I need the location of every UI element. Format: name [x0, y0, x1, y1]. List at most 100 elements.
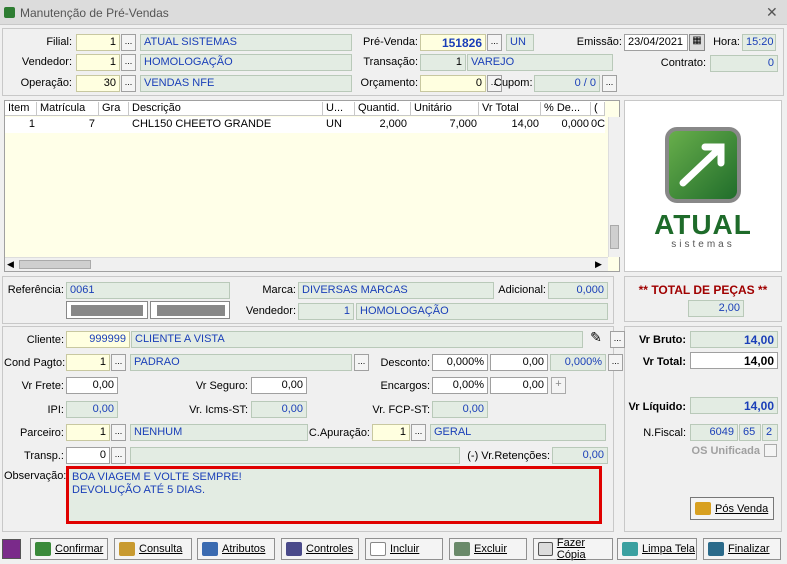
parceiro-code-input[interactable]: 1 — [66, 424, 110, 441]
contrato-value: 0 — [710, 55, 778, 72]
capuracao-lookup-button[interactable]: ... — [411, 424, 426, 441]
cliente-label: Cliente: — [26, 334, 64, 346]
atributos-label: Atributos — [222, 543, 266, 555]
fcp-st-label: Vr. FCP-ST: — [372, 404, 430, 416]
vrfrete-input[interactable]: 0,00 — [66, 377, 118, 394]
finalizar-button[interactable]: Finalizar — [703, 538, 781, 560]
horizontal-scrollbar[interactable]: ◀ ▶ — [5, 257, 608, 271]
emissao-date-input[interactable]: 23/04/2021 — [624, 34, 688, 51]
scroll-left-icon[interactable]: ◀ — [7, 259, 14, 270]
col-matricula[interactable]: Matrícula — [37, 102, 99, 116]
search-icon — [119, 542, 135, 556]
vendedor-lookup-button[interactable]: ... — [121, 54, 136, 71]
vendedor2-code: 1 — [298, 303, 354, 320]
vertical-scroll-thumb[interactable] — [610, 225, 619, 249]
logo-sub-text: sistemas — [671, 239, 735, 250]
consulta-label: Consulta — [139, 543, 183, 555]
encargos-value-input[interactable]: 0,00 — [490, 377, 548, 394]
cliente-lookup-button[interactable]: ... — [610, 331, 625, 348]
save-disk-icon[interactable] — [2, 539, 21, 559]
edit-customer-icon[interactable]: ✎ — [585, 329, 607, 349]
retencoes-label: (-) Vr.Retenções: — [467, 450, 550, 462]
calendar-icon[interactable]: ▦ — [689, 34, 705, 51]
icms-st-value: 0,00 — [251, 401, 307, 418]
col-vrtotal[interactable]: Vr Total — [479, 102, 541, 116]
col-item[interactable]: Item — [5, 102, 37, 116]
cell-unitario: 7,000 — [449, 118, 477, 130]
cond-pagto-lookup-button[interactable]: ... — [111, 354, 126, 371]
incluir-button[interactable]: Incluir — [365, 538, 443, 560]
nfiscal-number: 6049 — [690, 424, 738, 441]
parceiro-lookup-button[interactable]: ... — [111, 424, 126, 441]
fazer-copia-button[interactable]: Fazer Cópia — [533, 537, 613, 561]
transp-name — [130, 447, 460, 464]
pos-venda-button[interactable]: Pós Venda — [690, 497, 774, 520]
col-unitario[interactable]: Unitário — [411, 102, 479, 116]
prevenda-unit: UN — [506, 34, 534, 51]
transacao-name: VAREJO — [467, 54, 613, 71]
limpa-tela-button[interactable]: Limpa Tela — [617, 538, 697, 560]
hora-value: 15:20 — [742, 34, 776, 51]
operacao-code-input[interactable]: 30 — [76, 75, 120, 92]
vertical-scrollbar[interactable] — [608, 117, 620, 257]
capuracao-code-input[interactable]: 1 — [372, 424, 410, 441]
check-icon — [35, 542, 51, 556]
marca-value: DIVERSAS MARCAS — [298, 282, 494, 299]
ipi-label: IPI: — [47, 404, 64, 416]
atributos-button[interactable]: Atributos — [197, 538, 275, 560]
exit-icon — [708, 542, 724, 556]
horizontal-scroll-thumb[interactable] — [19, 260, 91, 269]
vrtotal-label: Vr Total: — [642, 356, 686, 368]
limpa-tela-label: Limpa Tela — [642, 543, 695, 555]
vrbruto-value: 14,00 — [690, 331, 778, 348]
col-more[interactable]: ( — [591, 102, 605, 116]
transp-lookup-button[interactable]: ... — [111, 447, 126, 464]
controles-button[interactable]: Controles — [281, 538, 359, 560]
col-gra[interactable]: Gra — [99, 102, 129, 116]
excluir-button[interactable]: Excluir — [449, 538, 527, 560]
scroll-right-icon[interactable]: ▶ — [595, 259, 602, 270]
referencia-value: 0061 — [66, 282, 230, 299]
orcamento-input[interactable]: 0 — [420, 75, 486, 92]
prevenda-lookup-button[interactable]: ... — [487, 34, 502, 51]
close-icon[interactable]: ✕ — [766, 4, 778, 21]
cliente-code-input[interactable]: 999999 — [66, 331, 130, 348]
add-encargo-icon[interactable]: + — [551, 377, 566, 394]
encargos-pct-input[interactable]: 0,00% — [432, 377, 488, 394]
desconto-value-input[interactable]: 0,00 — [490, 354, 548, 371]
confirmar-label: Confirmar — [55, 543, 104, 555]
filial-lookup-button[interactable]: ... — [121, 34, 136, 51]
cupom-lookup-button[interactable]: ... — [602, 75, 617, 92]
retencoes-value: 0,00 — [552, 447, 608, 464]
company-logo: ATUAL sistemas — [624, 100, 782, 272]
adicional-label: Adicional: — [498, 284, 546, 296]
col-desconto[interactable]: % De... — [541, 102, 591, 116]
col-descricao[interactable]: Descrição — [129, 102, 323, 116]
confirmar-button[interactable]: Confirmar — [30, 538, 108, 560]
desconto-pct-total: 0,000% — [550, 354, 606, 371]
vendedor-code-input[interactable]: 1 — [76, 54, 120, 71]
cond-pagto-code-input[interactable]: 1 — [66, 354, 110, 371]
prevenda-number[interactable]: 151826 — [420, 34, 486, 51]
observacao-label: Observação: — [4, 470, 67, 482]
vrseguro-input[interactable]: 0,00 — [251, 377, 307, 394]
items-grid[interactable]: Item Matrícula Gra Descrição U... Quanti… — [4, 100, 620, 272]
title-bar: Manutenção de Pré-Vendas ✕ — [0, 0, 787, 25]
highlight-box — [66, 466, 602, 524]
desconto-lookup-button[interactable]: ... — [608, 354, 623, 371]
barcode-field-2 — [150, 301, 230, 319]
truck-icon — [695, 502, 711, 515]
controles-label: Controles — [306, 543, 354, 555]
operacao-lookup-button[interactable]: ... — [121, 75, 136, 92]
cond-pagto-extra-button[interactable]: ... — [354, 354, 369, 371]
total-pecas-value: 2,00 — [688, 300, 744, 317]
col-unidade[interactable]: U... — [323, 102, 355, 116]
table-row[interactable]: 1 7 CHL150 CHEETO GRANDE UN 2,000 7,000 … — [5, 117, 605, 133]
consulta-button[interactable]: Consulta — [114, 538, 192, 560]
filial-code-input[interactable]: 1 — [76, 34, 120, 51]
desconto-pct-input[interactable]: 0,000% — [432, 354, 488, 371]
ipi-value: 0,00 — [66, 401, 118, 418]
transp-code-input[interactable]: 0 — [66, 447, 110, 464]
col-quantidade[interactable]: Quantid. — [355, 102, 411, 116]
os-unificada-checkbox[interactable] — [764, 444, 777, 457]
